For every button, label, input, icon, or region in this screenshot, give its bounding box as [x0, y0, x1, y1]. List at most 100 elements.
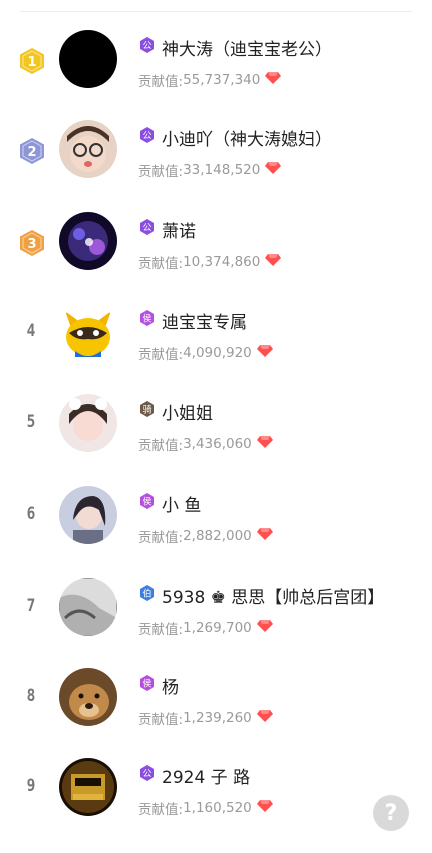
avatar[interactable] — [59, 578, 117, 636]
contribution-value: 1,269,700 — [183, 620, 252, 636]
svg-text:1: 1 — [27, 55, 36, 70]
user-name: 迪宝宝专属 — [162, 312, 247, 333]
rank-number: 7 — [26, 596, 36, 616]
name-line: 公萧诺 — [138, 217, 196, 242]
contribution-line: 贡献值: 1,239,260 — [138, 708, 273, 728]
diamond-icon — [252, 436, 273, 452]
diamond-icon — [252, 528, 273, 544]
user-name: 小 鱼 — [162, 495, 202, 516]
help-icon: ? — [384, 800, 398, 826]
contribution-label: 贡献值: — [138, 802, 184, 818]
contribution-line: 贡献值: 1,160,520 — [138, 798, 273, 818]
rank-medal-icon: 2 — [18, 137, 46, 165]
contribution-line: 贡献值: 4,090,920 — [138, 343, 273, 363]
name-line: 侯小 鱼 — [138, 491, 202, 516]
rank-number: 8 — [26, 686, 36, 706]
contribution-value: 33,148,520 — [183, 162, 261, 178]
name-line: 伯 5938 ♚ 思思【帅总后宫团】 — [138, 583, 385, 608]
avatar[interactable] — [59, 303, 117, 361]
avatar[interactable] — [59, 120, 117, 178]
avatar[interactable] — [59, 758, 117, 816]
user-name: 杨 — [162, 677, 179, 698]
svg-text:3: 3 — [27, 237, 36, 252]
divider — [20, 11, 412, 12]
svg-text:公: 公 — [142, 223, 151, 234]
user-name: 神大涛（迪宝宝老公） — [162, 39, 332, 60]
ranking-row[interactable]: 9 公 2924 子 路贡献值: 1,160,520 — [0, 758, 432, 849]
diamond-icon — [252, 710, 273, 726]
svg-text:公: 公 — [142, 769, 151, 780]
contribution-label: 贡献值: — [138, 622, 184, 638]
ranking-row[interactable]: 4 侯迪宝宝专属贡献值: 4,090,920 — [0, 303, 432, 394]
diamond-icon — [260, 72, 282, 88]
contribution-label: 贡献值: — [138, 74, 184, 90]
user-name: 萧诺 — [162, 221, 196, 242]
diamond-icon — [252, 620, 273, 636]
contribution-value: 1,160,520 — [183, 800, 252, 816]
contribution-value: 3,436,060 — [183, 436, 252, 452]
diamond-icon — [260, 162, 282, 178]
level-badge-icon: 侯 — [138, 492, 162, 514]
level-badge-icon: 骑 — [138, 400, 162, 422]
rank-number: 9 — [26, 776, 36, 796]
name-line: 侯杨 — [138, 673, 179, 698]
svg-text:侯: 侯 — [142, 678, 151, 690]
svg-text:2: 2 — [27, 145, 36, 160]
name-line: 公小迪吖（神大涛媳妇） — [138, 125, 332, 150]
contribution-line: 贡献值: 3,436,060 — [138, 434, 273, 454]
user-name: 小姐姐 — [162, 403, 213, 424]
svg-text:侯: 侯 — [142, 496, 151, 508]
name-line: 公神大涛（迪宝宝老公） — [138, 35, 332, 60]
ranking-row[interactable]: 3 公萧诺贡献值: 10,374,860 — [0, 212, 432, 303]
ranking-row[interactable]: 7 伯 5938 ♚ 思思【帅总后宫团】贡献值: 1,269,700 — [0, 578, 432, 669]
svg-text:侯: 侯 — [142, 313, 151, 325]
ranking-row[interactable]: 6 侯小 鱼贡献值: 2,882,000 — [0, 486, 432, 577]
user-name: 小迪吖（神大涛媳妇） — [162, 129, 332, 150]
contribution-label: 贡献值: — [138, 712, 184, 728]
level-badge-icon: 公 — [138, 218, 162, 240]
user-name: 2924 子 路 — [162, 767, 251, 788]
diamond-icon — [252, 800, 273, 816]
rank-number: 5 — [26, 412, 36, 432]
contribution-line: 贡献值: 2,882,000 — [138, 526, 273, 546]
diamond-icon — [252, 345, 273, 361]
contribution-value: 4,090,920 — [183, 345, 252, 361]
contribution-label: 贡献值: — [138, 347, 184, 363]
contribution-value: 10,374,860 — [183, 254, 261, 270]
contribution-line: 贡献值: 10,374,860 — [138, 252, 282, 272]
avatar[interactable] — [59, 30, 117, 88]
level-badge-icon: 公 — [138, 764, 162, 786]
rank-number: 6 — [26, 504, 36, 524]
ranking-row[interactable]: 8 侯杨贡献值: 1,239,260 — [0, 668, 432, 759]
svg-text:骑: 骑 — [142, 404, 151, 416]
name-line: 骑小姐姐 — [138, 399, 213, 424]
contribution-label: 贡献值: — [138, 530, 184, 546]
level-badge-icon: 公 — [138, 36, 162, 58]
rank-number: 4 — [26, 321, 36, 341]
contribution-ranking-page: 1 公神大涛（迪宝宝老公） 贡献值: 55,737,340 2 公小迪吖（神大涛媳妇） 贡献… — [0, 0, 432, 853]
rank-medal-icon: 1 — [18, 47, 46, 75]
level-badge-icon: 公 — [138, 126, 162, 148]
level-badge-icon: 侯 — [138, 674, 162, 696]
name-line: 公 2924 子 路 — [138, 763, 251, 788]
level-badge-icon: 伯 — [138, 584, 162, 606]
avatar[interactable] — [59, 668, 117, 726]
ranking-row[interactable]: 1 公神大涛（迪宝宝老公） 贡献值: 55,737,340 — [0, 30, 432, 121]
contribution-value: 55,737,340 — [183, 72, 261, 88]
contribution-value: 2,882,000 — [183, 528, 252, 544]
avatar[interactable] — [59, 394, 117, 452]
contribution-label: 贡献值: — [138, 256, 184, 272]
ranking-row[interactable]: 5 骑小姐姐贡献值: 3,436,060 — [0, 394, 432, 485]
contribution-value: 1,239,260 — [183, 710, 252, 726]
user-name: 5938 ♚ 思思【帅总后宫团】 — [162, 587, 385, 608]
help-button[interactable]: ? — [373, 795, 409, 831]
contribution-line: 贡献值: 1,269,700 — [138, 618, 273, 638]
diamond-icon — [260, 254, 282, 270]
ranking-row[interactable]: 2 公小迪吖（神大涛媳妇） 贡献值: 33,148,520 — [0, 120, 432, 211]
avatar[interactable] — [59, 486, 117, 544]
level-badge-icon: 侯 — [138, 309, 162, 331]
avatar[interactable] — [59, 212, 117, 270]
rank-medal-icon: 3 — [18, 229, 46, 257]
contribution-label: 贡献值: — [138, 164, 184, 180]
svg-text:公: 公 — [142, 131, 151, 142]
